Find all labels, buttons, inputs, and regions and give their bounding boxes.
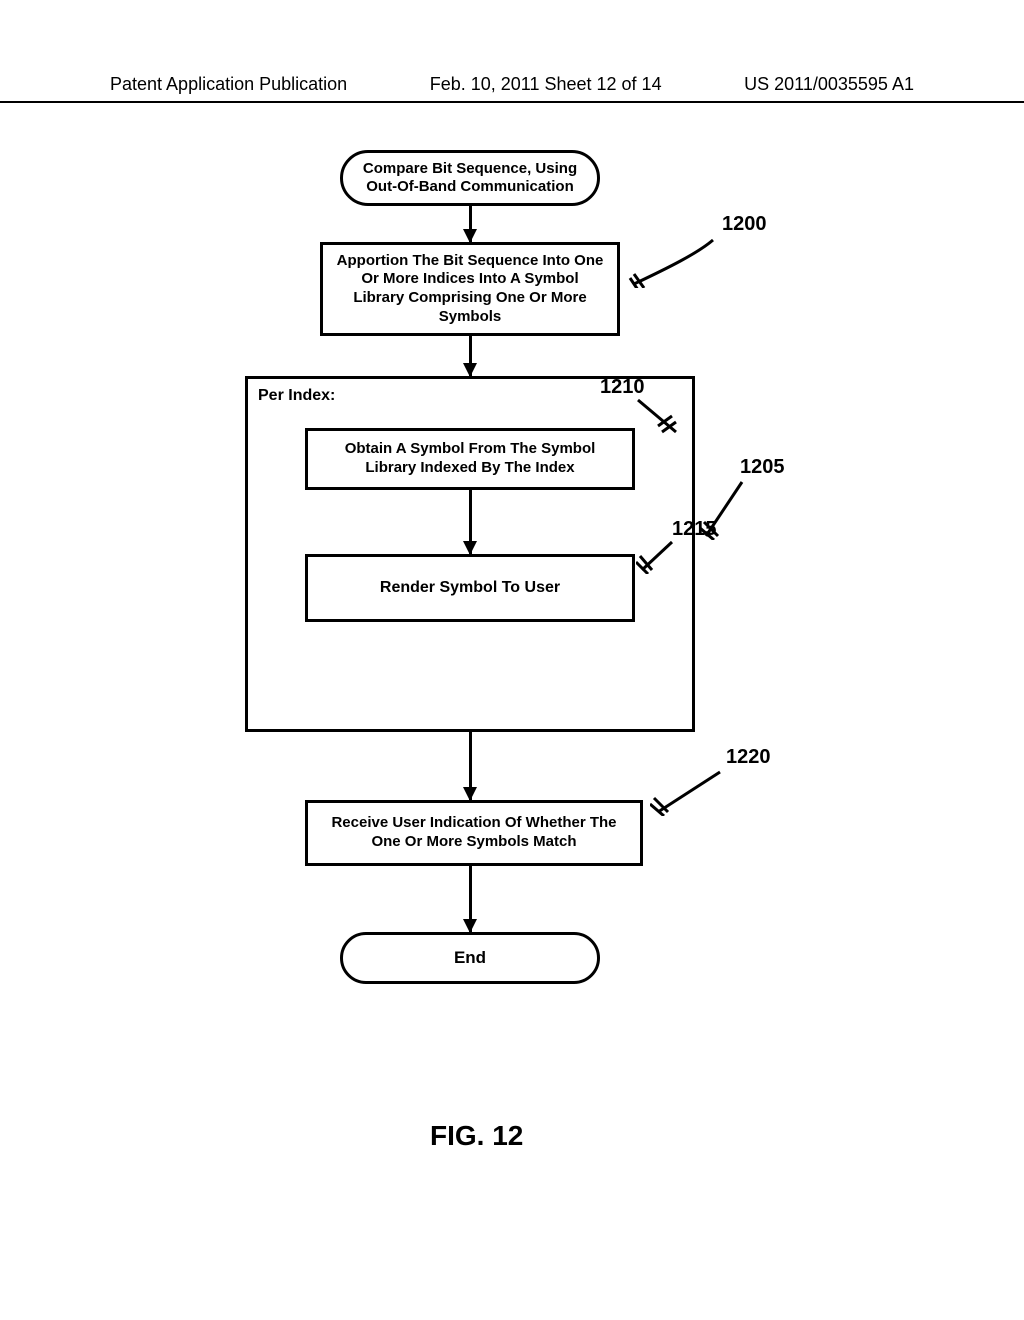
refnum-1205: 1205 [740, 456, 785, 479]
flowchart-canvas: Compare Bit Sequence, Using Out-Of-Band … [0, 120, 1024, 1220]
arrow-container-to-receive [469, 732, 472, 800]
refnum-1215: 1215 [672, 518, 717, 541]
leader-1215 [636, 540, 676, 574]
process-obtain: Obtain A Symbol From The Symbol Library … [305, 428, 635, 490]
process-receive: Receive User Indication Of Whether The O… [305, 800, 643, 866]
process-render: Render Symbol To User [305, 554, 635, 622]
end-terminator: End [340, 932, 600, 984]
header-center: Feb. 10, 2011 Sheet 12 of 14 [430, 74, 662, 95]
leader-1210 [636, 398, 682, 436]
page-header: Patent Application Publication Feb. 10, … [0, 74, 1024, 103]
leader-1220 [650, 770, 724, 816]
refnum-1200: 1200 [722, 213, 767, 236]
figure-caption: FIG. 12 [430, 1120, 523, 1152]
header-right: US 2011/0035595 A1 [744, 74, 914, 95]
refnum-1210: 1210 [600, 376, 645, 399]
start-terminator: Compare Bit Sequence, Using Out-Of-Band … [340, 150, 600, 206]
arrow-receive-to-end [469, 866, 472, 932]
arrow-obtain-to-render [469, 490, 472, 554]
process-apportion: Apportion The Bit Sequence Into One Or M… [320, 242, 620, 336]
arrow-apportion-to-container [469, 336, 472, 376]
refnum-1220: 1220 [726, 746, 771, 769]
leader-1200 [628, 238, 718, 288]
arrow-start-to-apportion [469, 206, 472, 242]
header-left: Patent Application Publication [110, 74, 347, 95]
